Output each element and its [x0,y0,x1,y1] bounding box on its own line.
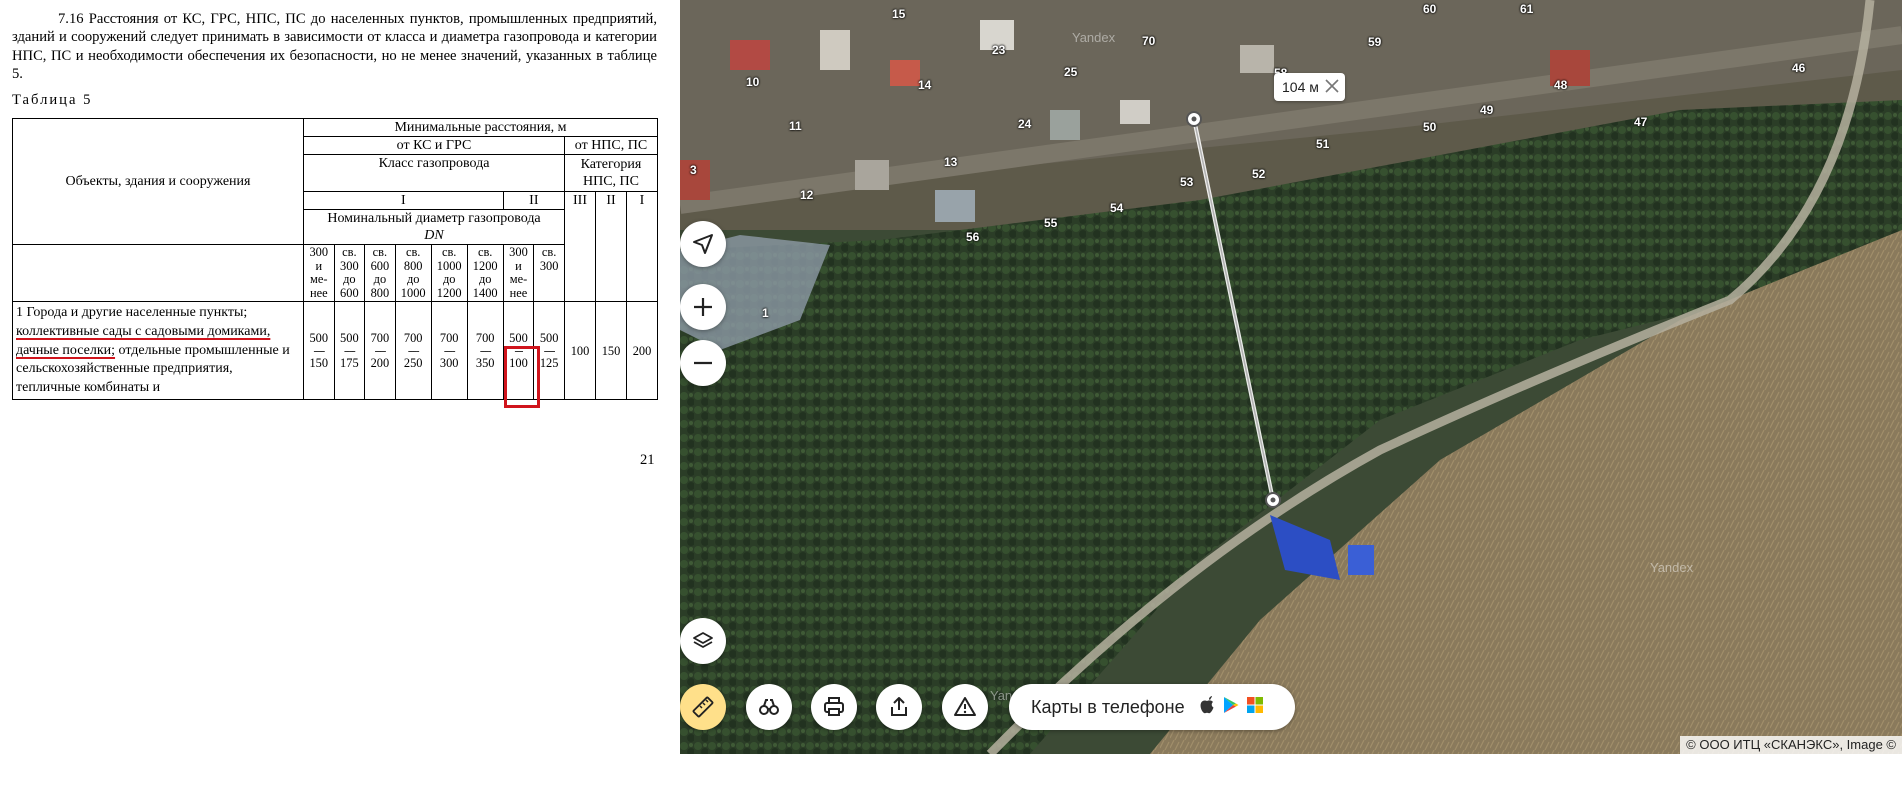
from-nps-ps-header: от НПС, ПС [564,136,658,155]
satellite-imagery [680,0,1902,754]
zoom-in-icon [692,296,714,318]
min-distances-header: Минимальные расстояния, м [303,118,658,137]
panorama-button[interactable] [746,684,792,730]
dn-label: DN [424,228,444,243]
house-number: 46 [1792,61,1806,75]
maps-in-phone-label: Карты в телефоне [1031,696,1185,717]
zoom-out-icon [692,352,714,374]
panorama-icon [757,695,781,719]
house-number: 53 [1180,175,1194,189]
house-number: 54 [1110,201,1124,215]
diameter-col: св. 1200 до 1400 [466,243,504,303]
from-ks-grs-header: от КС и ГРС [303,136,565,155]
house-number: 49 [1480,103,1494,117]
house-number: 11 [789,119,802,133]
category-one-header: I [626,190,658,303]
category-value-cell: 100 [564,301,596,401]
ruler-button[interactable] [680,684,726,730]
value-cell: 700 ---- 250 [394,301,432,401]
print-button[interactable] [811,684,857,730]
clause-paragraph: 7.16 Расстояния от КС, ГРС, НПС, ПС до н… [12,11,657,83]
category-three-header: III [564,190,596,303]
house-number: 15 [892,7,906,21]
class-two-header: II [502,191,566,210]
house-number: 23 [992,43,1006,57]
distance-value: 104 м [1282,79,1319,95]
category-value-cell: 150 [595,301,627,401]
yandex-watermark: Yandex [1650,560,1694,575]
share-button[interactable] [876,684,922,730]
print-icon [822,695,846,719]
house-number: 12 [800,188,814,202]
house-number: 47 [1634,115,1648,129]
satellite-map[interactable]: 15 23 70 60 61 59 10 14 25 58 48 46 11 2… [680,0,1902,754]
house-number: 51 [1316,137,1330,151]
close-icon[interactable] [1325,78,1339,96]
category-value-cell: 200 [626,301,658,401]
diameter-col: св. 600 до 800 [364,243,396,303]
diameter-col: св. 300 [533,243,565,303]
house-number: 48 [1554,78,1568,92]
distance-label[interactable]: 104 м [1274,73,1345,101]
house-number: 10 [746,75,760,89]
class-one-header: I [303,191,504,210]
house-number: 14 [918,78,932,92]
house-number: 61 [1520,2,1534,16]
objects-header: Объекты, здания и сооружения [12,118,304,245]
nominal-diameter-label: Номинальный диаметр газопровода [327,211,541,226]
table-caption: Таблица 5 [12,92,93,108]
diameter-col: св. 1000 до 1200 [430,243,468,303]
pipeline-class-header: Класс газопровода [303,154,565,192]
house-number: 55 [1044,216,1058,230]
house-number: 24 [1018,117,1032,131]
diameter-col: св. 300 до 600 [333,243,366,303]
house-number: 60 [1423,2,1437,16]
document-pane: 7.16 Расстояния от КС, ГРС, НПС, ПС до н… [0,0,668,807]
page-number: 21 [640,452,655,468]
locate-icon [692,233,714,255]
diameter-col: 300 и ме-нее [303,243,335,303]
warning-icon [953,695,977,719]
house-number: 25 [1064,65,1078,79]
value-cell: 700 ---- 200 [364,301,396,401]
house-number: 3 [690,163,697,177]
category-two-header: II [595,190,627,303]
zoom-in-button[interactable] [680,284,726,330]
house-number: 52 [1252,167,1266,181]
map-copyright[interactable]: © ООО ИТЦ «СКАНЭКС», Image © [1680,736,1902,754]
house-number: 1 [762,306,769,320]
layers-button[interactable] [680,618,726,664]
ruler-icon [691,695,715,719]
distance-norms-table: Объекты, здания и сооружения Минимальные… [12,118,658,401]
value-cell: 500 ---- 175 [333,301,366,401]
value-cell: 700 ---- 300 [430,301,468,401]
house-number: 70 [1142,34,1156,48]
nominal-diameter-header: Номинальный диаметр газопровода DN [303,209,565,245]
diameter-col: 300 и ме-нее [502,243,535,303]
nps-category-header: Категория НПС, ПС [564,154,658,192]
locate-button[interactable] [680,221,726,267]
google-play-icon [1223,696,1239,719]
diameter-col: св. 800 до 1000 [394,243,432,303]
share-icon [887,695,911,719]
yandex-watermark: Yandex [1072,30,1116,45]
row1-objects-cell: 1 Города и другие населенные пункты; кол… [12,301,304,401]
layers-icon [692,630,714,652]
house-number: 56 [966,230,980,244]
zoom-out-button[interactable] [680,340,726,386]
value-cell: 500 ---- 150 [303,301,335,401]
value-cell: 700 ---- 350 [466,301,504,401]
maps-in-phone-button[interactable]: Карты в телефоне [1009,684,1295,730]
windows-icon [1246,696,1263,718]
objects-spacer [12,244,304,302]
apple-icon [1199,695,1215,719]
house-number: 13 [944,155,958,169]
red-highlight-box [504,346,540,408]
report-problem-button[interactable] [942,684,988,730]
house-number: 50 [1423,120,1437,134]
house-number: 59 [1368,35,1382,49]
